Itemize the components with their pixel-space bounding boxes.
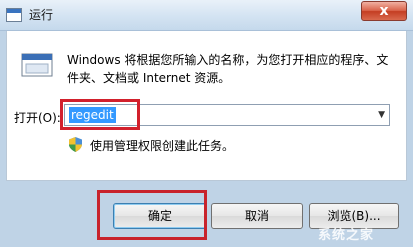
cancel-button[interactable]: 取消 xyxy=(211,203,303,229)
description-text: Windows 将根据您所输入的名称，为您打开相应的程序、文件夹、文档或 Int… xyxy=(67,53,389,85)
title-bar: 运行 x xyxy=(0,0,413,31)
close-button[interactable]: x xyxy=(361,1,407,21)
run-program-icon xyxy=(21,53,53,77)
dropdown-arrow-icon[interactable]: ▼ xyxy=(378,107,385,123)
open-label: 打开(O): xyxy=(14,111,61,125)
uac-shield-icon xyxy=(69,137,82,152)
run-window-icon xyxy=(6,8,22,22)
watermark-text: 系统之家 xyxy=(318,228,375,243)
input-highlight-box xyxy=(60,99,140,130)
window-title: 运行 xyxy=(29,8,54,22)
admin-note: 使用管理权限创建此任务。 xyxy=(90,139,235,153)
dialog-content: Windows 将根据您所输入的名称，为您打开相应的程序、文件夹、文档或 Int… xyxy=(6,31,407,181)
ok-highlight-box xyxy=(97,190,207,240)
